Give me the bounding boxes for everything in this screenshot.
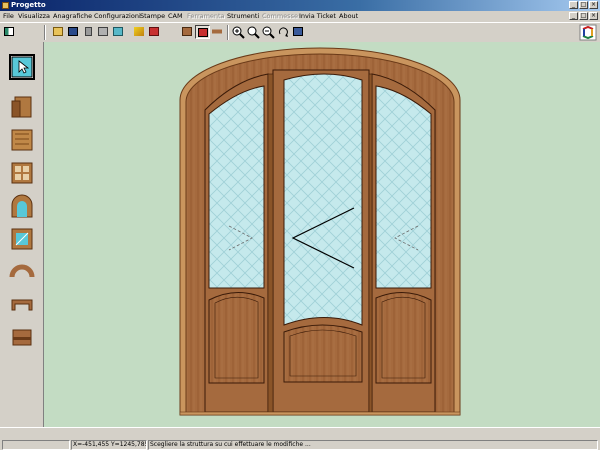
title-bar: Progetto _ □ × [0, 0, 600, 11]
door-view-icon[interactable] [195, 25, 210, 39]
menu-configurazioni[interactable]: Configurazioni [94, 12, 141, 21]
folder-open-icon[interactable] [51, 25, 66, 39]
wizard-icon[interactable] [132, 25, 147, 39]
panel-grid-tool-icon[interactable] [9, 160, 35, 186]
logo-icon [579, 24, 597, 41]
menu-stampe[interactable]: Stampe [140, 12, 165, 21]
menu-strumenti[interactable]: Strumenti [227, 12, 259, 21]
delete-icon[interactable] [81, 25, 96, 39]
profile-tool-icon[interactable] [9, 94, 35, 120]
menu-invia-ticket[interactable]: Invia Ticket [299, 12, 336, 21]
redraw-icon[interactable] [276, 25, 291, 39]
select-tool-icon[interactable] [9, 54, 35, 80]
zoom-in-icon[interactable] [231, 25, 246, 39]
menu-visualizza[interactable]: Visualizza [18, 12, 50, 21]
tool-panel [0, 42, 44, 427]
close-button[interactable]: × [589, 1, 598, 9]
empty-slot-icon[interactable] [162, 25, 177, 39]
mdi-restore-button[interactable]: □ [579, 12, 588, 20]
menu-file[interactable]: File [3, 12, 14, 21]
bar-piece-tool-icon[interactable] [9, 325, 35, 351]
layout-toggle-button[interactable] [2, 25, 17, 39]
preview-icon[interactable] [111, 25, 126, 39]
arc-piece-tool-icon[interactable] [9, 259, 35, 285]
window-title: Progetto [11, 1, 46, 9]
wood-grain-tool-icon[interactable] [9, 127, 35, 153]
frame-view-icon[interactable] [180, 25, 195, 39]
image-export-icon[interactable] [291, 25, 306, 39]
horizontal-view-icon[interactable] [210, 25, 225, 39]
menu-ferramenta[interactable]: Ferramenta [187, 12, 225, 21]
glass-panel-tool-icon[interactable] [9, 226, 35, 252]
bottom-panel [0, 427, 600, 439]
calculate-icon[interactable] [147, 25, 162, 39]
menu-bar: File Visualizza Anagrafiche Configurazio… [0, 11, 600, 22]
menu-anagrafiche[interactable]: Anagrafiche [53, 12, 92, 21]
menu-commesse[interactable]: Commesse [262, 12, 298, 21]
mdi-minimize-button[interactable]: _ [569, 12, 578, 20]
drawing-canvas[interactable] [44, 42, 600, 427]
status-empty [2, 440, 70, 450]
app-icon [2, 2, 9, 9]
arch-frame-tool-icon[interactable] [9, 193, 35, 219]
zoom-out-icon[interactable] [261, 25, 276, 39]
save-icon[interactable] [66, 25, 81, 39]
transom-tool-icon[interactable] [9, 292, 35, 318]
toolbar [0, 22, 600, 42]
print-icon[interactable] [96, 25, 111, 39]
mdi-close-button[interactable]: × [589, 12, 598, 20]
zoom-window-icon[interactable] [246, 25, 261, 39]
status-coordinates: X=-451,455 Y=1245,785 [71, 440, 147, 450]
menu-about[interactable]: About [339, 12, 358, 21]
minimize-button[interactable]: _ [569, 1, 578, 9]
menu-cam[interactable]: CAM [168, 12, 183, 21]
door-drawing [179, 47, 461, 416]
status-message: Scegliere la struttura su cui effettuare… [148, 440, 598, 450]
maximize-button[interactable]: □ [579, 1, 588, 9]
status-bar: X=-451,455 Y=1245,785 Scegliere la strut… [0, 439, 600, 450]
